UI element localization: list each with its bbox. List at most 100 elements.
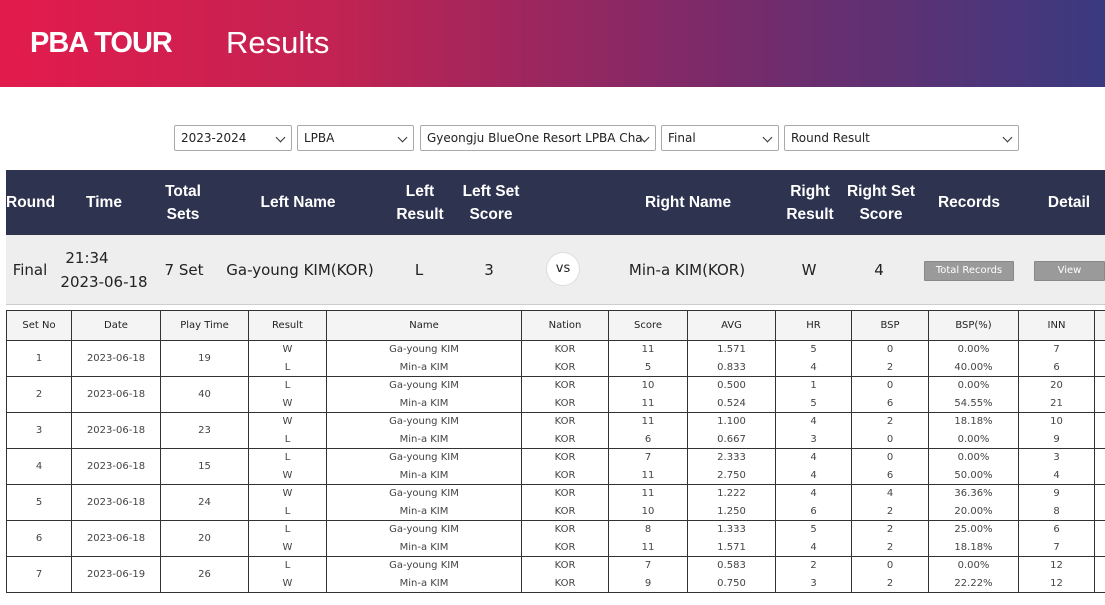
col-right-name: Right Name — [644, 194, 732, 211]
cell-score: 6 — [608, 430, 688, 449]
set-date: 2023-06-18 — [71, 412, 161, 449]
header-banner: PBA TOUR Results — [0, 0, 1105, 87]
set-results-table: Set No Date Play Time Result Name Nation… — [6, 310, 1105, 593]
cell-bsp: 2 — [851, 502, 929, 521]
th-bsp: BSP — [851, 310, 929, 341]
cell-extra — [1094, 520, 1105, 539]
cell-bsp-pct: 0.00% — [928, 430, 1019, 449]
cell-extra — [1094, 394, 1105, 413]
cell-bsp: 0 — [851, 340, 929, 359]
set-date: 2023-06-18 — [71, 448, 161, 485]
cell-result: L — [248, 448, 327, 467]
cell-name: Min-a KIM — [326, 358, 522, 377]
col-time: Time — [86, 194, 122, 211]
cell-avg: 1.100 — [687, 412, 776, 431]
cell-hr: 5 — [775, 340, 852, 359]
cell-bsp-pct: 0.00% — [928, 376, 1019, 395]
cell-nation: KOR — [521, 556, 609, 575]
cell-name: Min-a KIM — [326, 466, 522, 485]
cell-inn: 9 — [1018, 484, 1095, 503]
cell-score: 9 — [608, 574, 688, 593]
cell-bsp-pct: 40.00% — [928, 358, 1019, 377]
set-date: 2023-06-19 — [71, 556, 161, 593]
cell-inn: 8 — [1018, 502, 1095, 521]
vs-badge: vs — [546, 252, 580, 286]
table-row: 5 2023-06-18 24 W Ga-young KIM KOR 11 1.222 4 4 36… — [6, 484, 1105, 521]
cell-score: 8 — [608, 520, 688, 539]
summary-right-set-score: 4 — [874, 261, 884, 279]
round-select[interactable]: Final — [661, 125, 779, 151]
cell-bsp: 6 — [851, 394, 929, 413]
cell-nation: KOR — [521, 394, 609, 413]
cell-name: Min-a KIM — [326, 430, 522, 449]
cell-inn: 20 — [1018, 376, 1095, 395]
cell-result: L — [248, 520, 327, 539]
tournament-select[interactable]: Gyeongju BlueOne Resort LPBA Cha — [420, 125, 656, 151]
cell-avg: 1.333 — [687, 520, 776, 539]
cell-inn: 6 — [1018, 520, 1095, 539]
cell-bsp: 2 — [851, 412, 929, 431]
pba-tour-logo[interactable]: PBA TOUR — [30, 27, 173, 60]
cell-name: Ga-young KIM — [326, 412, 522, 431]
cell-hr: 5 — [775, 520, 852, 539]
th-play-time: Play Time — [160, 310, 249, 341]
cell-inn: 7 — [1018, 538, 1095, 557]
cell-bsp-pct: 22.22% — [928, 574, 1019, 593]
cell-extra — [1094, 430, 1105, 449]
col-detail: Detail — [1047, 194, 1091, 211]
view-detail-button[interactable]: View — [1034, 261, 1105, 281]
cell-inn: 12 — [1018, 556, 1095, 575]
th-name: Name — [326, 310, 522, 341]
th-hr: HR — [775, 310, 852, 341]
set-date: 2023-06-18 — [71, 484, 161, 521]
total-records-button[interactable]: Total Records — [924, 261, 1014, 281]
summary-total-sets: 7 Set — [164, 261, 204, 279]
season-select[interactable]: 2023-2024 — [174, 125, 292, 151]
cell-nation: KOR — [521, 340, 609, 359]
cell-extra — [1094, 484, 1105, 503]
set-play-time: 19 — [160, 340, 249, 377]
cell-score: 11 — [608, 340, 688, 359]
col-total-sets-l1: Total — [165, 183, 201, 200]
cell-inn: 3 — [1018, 448, 1095, 467]
cell-avg: 0.750 — [687, 574, 776, 593]
set-table-header: Set No Date Play Time Result Name Nation… — [6, 310, 1105, 341]
summary-time: 21:34 — [65, 249, 109, 267]
cell-hr: 5 — [775, 394, 852, 413]
set-play-time: 40 — [160, 376, 249, 413]
set-no: 1 — [6, 340, 72, 377]
cell-bsp: 0 — [851, 430, 929, 449]
cell-nation: KOR — [521, 484, 609, 503]
cell-hr: 3 — [775, 574, 852, 593]
cell-extra — [1094, 448, 1105, 467]
cell-name: Ga-young KIM — [326, 520, 522, 539]
cell-name: Ga-young KIM — [326, 556, 522, 575]
cell-extra — [1094, 556, 1105, 575]
cell-result: W — [248, 340, 327, 359]
cell-nation: KOR — [521, 502, 609, 521]
cell-hr: 4 — [775, 448, 852, 467]
view-select[interactable]: Round Result — [784, 125, 1019, 151]
cell-avg: 0.667 — [687, 430, 776, 449]
cell-score: 5 — [608, 358, 688, 377]
cell-result: W — [248, 394, 327, 413]
table-row: 2 2023-06-18 40 L Ga-young KIM KOR 10 0.500 1 0 0.… — [6, 376, 1105, 413]
cell-hr: 2 — [775, 556, 852, 575]
cell-avg: 1.222 — [687, 484, 776, 503]
cell-bsp-pct: 18.18% — [928, 538, 1019, 557]
cell-name: Min-a KIM — [326, 502, 522, 521]
set-no: 7 — [6, 556, 72, 593]
col-records: Records — [937, 194, 1001, 211]
cell-avg: 0.524 — [687, 394, 776, 413]
th-score: Score — [608, 310, 688, 341]
col-left-set-score-l2: Score — [469, 206, 513, 223]
cell-result: L — [248, 376, 327, 395]
cell-avg: 0.500 — [687, 376, 776, 395]
cell-bsp: 2 — [851, 574, 929, 593]
cell-bsp-pct: 0.00% — [928, 556, 1019, 575]
cell-extra — [1094, 502, 1105, 521]
cell-inn: 9 — [1018, 430, 1095, 449]
cell-hr: 1 — [775, 376, 852, 395]
league-select[interactable]: LPBA — [297, 125, 414, 151]
cell-name: Min-a KIM — [326, 538, 522, 557]
